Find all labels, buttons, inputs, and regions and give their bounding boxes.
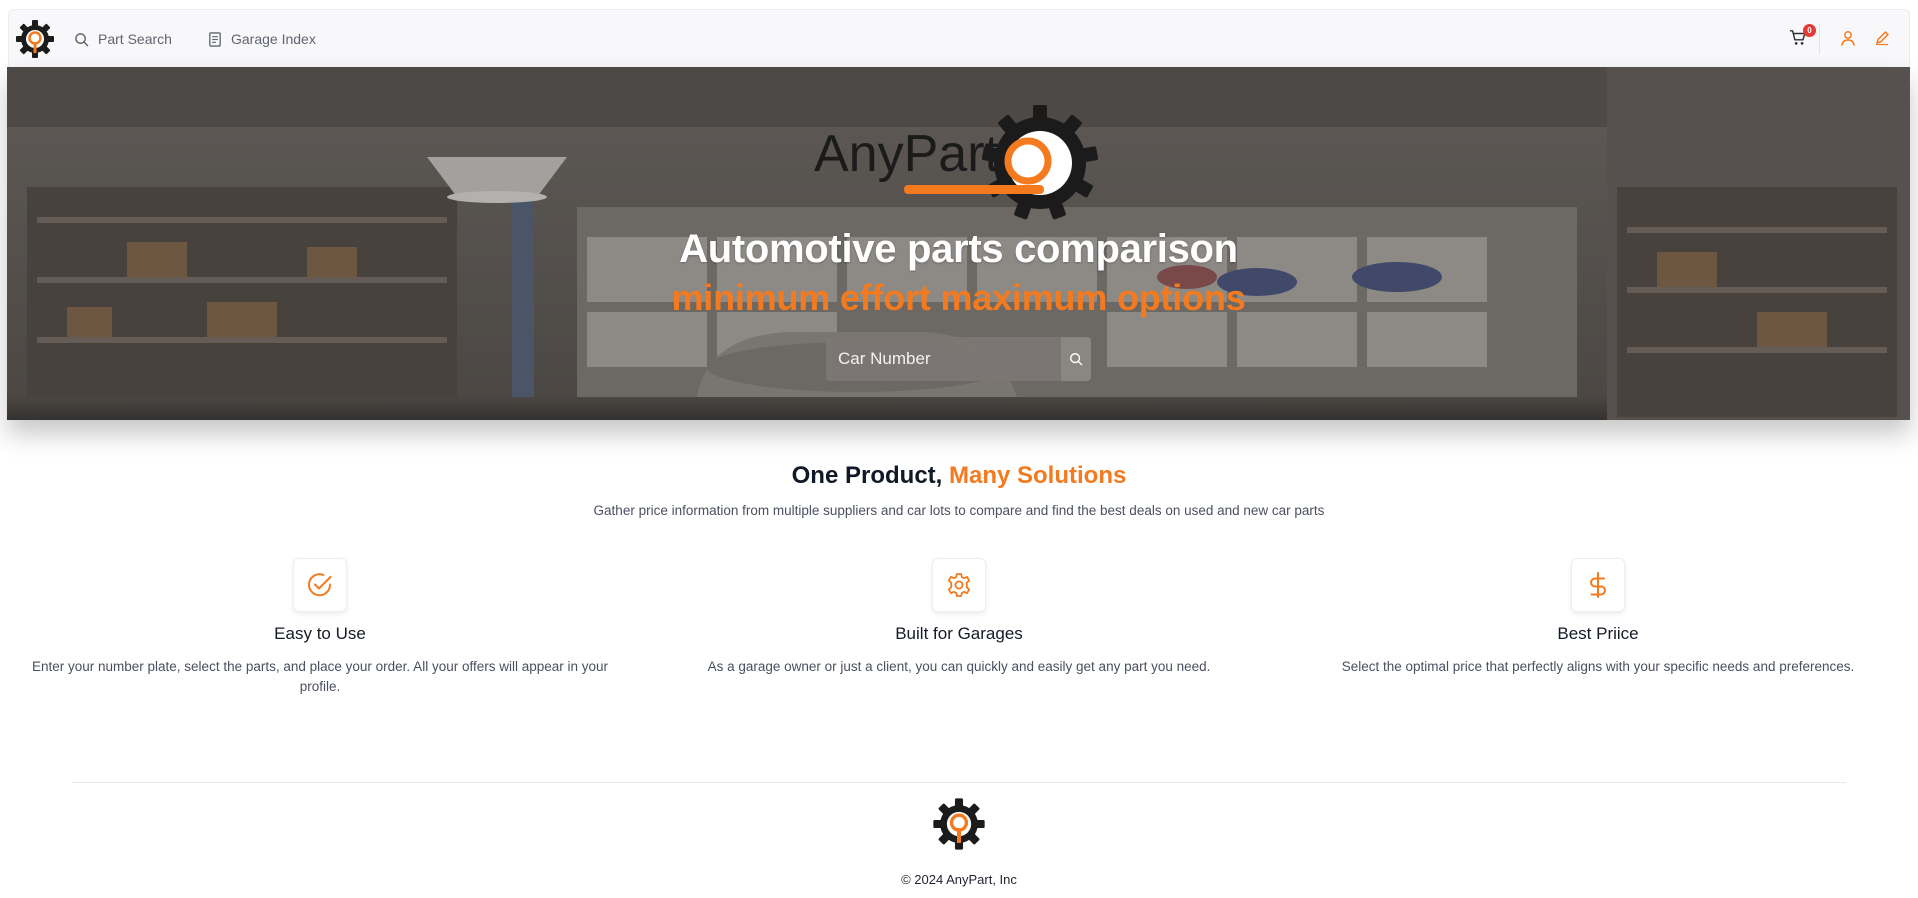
footer-divider xyxy=(72,782,1846,783)
user-icon xyxy=(1841,31,1855,46)
feature-best-price: Best Priice Select the optimal price tha… xyxy=(1288,558,1908,677)
search-icon xyxy=(75,32,89,46)
top-navbar: Part Search Garage Index 0 xyxy=(8,9,1910,67)
check-circle-icon xyxy=(308,573,332,597)
dollar-icon xyxy=(1590,572,1606,598)
cart-count-badge: 0 xyxy=(1803,24,1816,37)
search-icon xyxy=(1070,353,1083,366)
document-icon xyxy=(209,31,221,47)
hero-anypart-logo: AnyPart xyxy=(814,105,1099,220)
car-number-input[interactable] xyxy=(826,337,1046,381)
feature-icon-box xyxy=(932,558,986,612)
hero-subtitle: minimum effort maximum options xyxy=(671,277,1246,318)
anypart-logo-icon[interactable] xyxy=(15,19,55,59)
hero-banner: AnyPart Automotive parts comparison mini… xyxy=(7,67,1910,420)
features-description: Gather price information from multiple s… xyxy=(593,503,1325,518)
gear-icon xyxy=(947,573,971,597)
hero-brand-text: AnyPart xyxy=(814,125,1000,183)
feature-title: Easy to Use xyxy=(274,624,366,643)
feature-text: Enter your number plate, select the part… xyxy=(31,659,609,694)
nav-garage-index-link[interactable]: Garage Index xyxy=(208,28,316,50)
copyright-text: © 2024 AnyPart, Inc xyxy=(901,872,1017,887)
pencil-icon xyxy=(1876,31,1889,46)
feature-built-for-garages: Built for Garages As a garage owner or j… xyxy=(649,558,1269,677)
feature-title: Built for Garages xyxy=(895,624,1023,643)
feature-text: As a garage owner or just a client, you … xyxy=(707,659,1211,674)
footer-logo-icon xyxy=(933,798,985,850)
features-heading-accent: Many Solutions xyxy=(949,462,1127,489)
feature-text: Select the optimal price that perfectly … xyxy=(1341,659,1855,674)
nav-divider xyxy=(1819,24,1820,54)
feature-title: Best Priice xyxy=(1557,624,1639,643)
features-heading: One Product, Many Solutions xyxy=(0,462,1918,490)
car-search-button[interactable] xyxy=(1061,337,1091,381)
edit-button[interactable] xyxy=(1874,30,1890,51)
feature-easy-to-use: Easy to Use Enter your number plate, sel… xyxy=(10,558,630,697)
car-number-search xyxy=(826,337,1091,381)
cart-button[interactable]: 0 xyxy=(1789,24,1816,49)
hero-title: Automotive parts comparison xyxy=(679,227,1238,271)
feature-icon-box xyxy=(293,558,347,612)
nav-part-search-link[interactable]: Part Search xyxy=(74,28,172,50)
features-heading-plain: One Product, xyxy=(791,462,949,489)
user-profile-button[interactable] xyxy=(1840,30,1856,51)
nav-garage-index-label: Garage Index xyxy=(231,31,316,47)
nav-part-search-label: Part Search xyxy=(98,31,172,47)
feature-icon-box xyxy=(1571,558,1625,612)
